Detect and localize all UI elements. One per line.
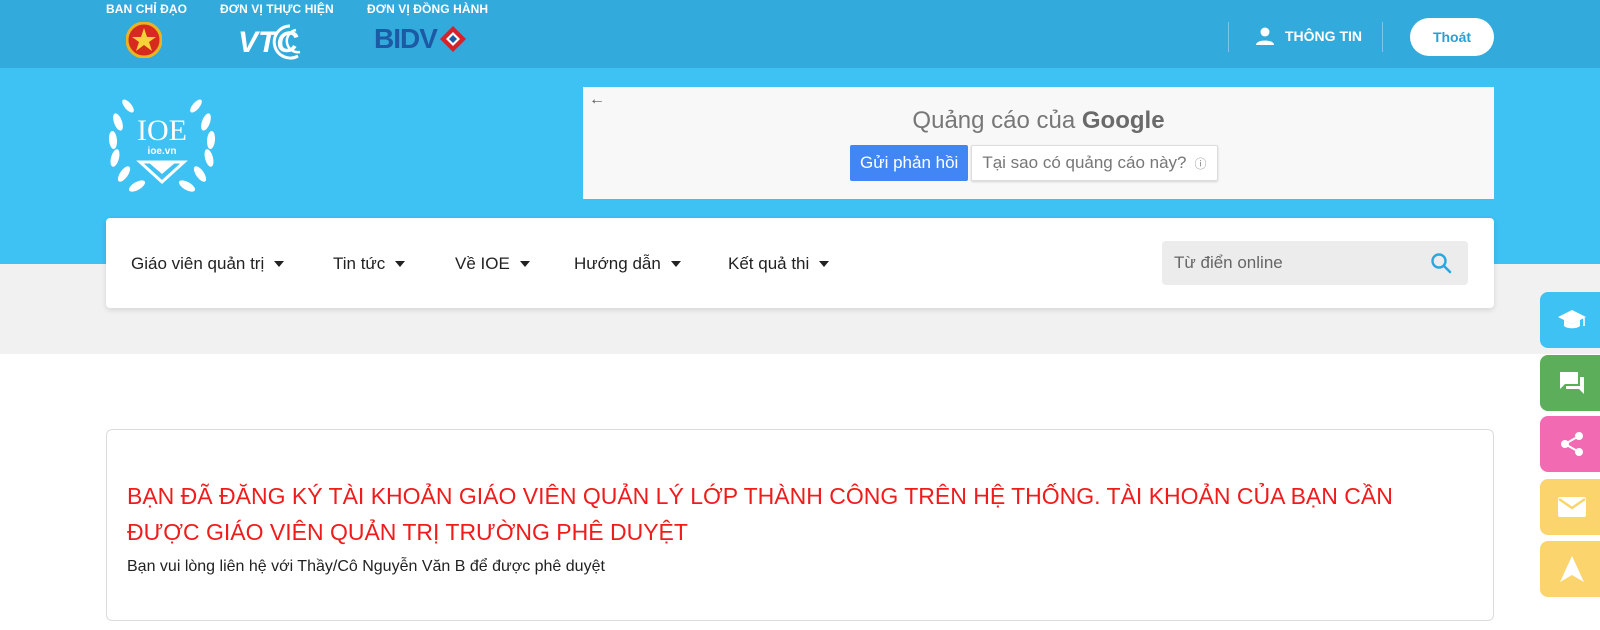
message-title: BẠN ĐÃ ĐĂNG KÝ TÀI KHOẢN GIÁO VIÊN QUẢN … [127,483,1393,545]
caret-down-icon [274,261,285,267]
sponsor-label: ĐƠN VỊ THỰC HIỆN [220,2,334,16]
caret-down-icon [395,261,406,267]
search-input[interactable] [1174,241,1414,285]
info-label: THÔNG TIN [1285,28,1362,44]
graduation-cap-icon [1558,310,1586,329]
svg-text:IOE: IOE [137,114,187,147]
float-button-courses[interactable] [1540,292,1600,348]
float-button-scroll-top[interactable] [1540,541,1600,597]
share-icon [1561,432,1583,456]
caret-down-icon [670,261,681,267]
nav-item-label: Giáo viên quản trị [131,254,265,273]
nav-item-results[interactable]: Kết quả thi [728,254,830,274]
sponsor-implementer: ĐƠN VỊ THỰC HIỆN [220,2,334,16]
nav-item-admin-teacher[interactable]: Giáo viên quản trị [131,254,285,274]
ad-why-label: Tại sao có quảng cáo này? [982,153,1187,172]
message-card: BẠN ĐÃ ĐĂNG KÝ TÀI KHOẢN GIÁO VIÊN QUẢN … [106,429,1494,621]
nav-item-label: Kết quả thi [728,254,810,273]
sponsor-label: ĐƠN VỊ ĐỒNG HÀNH [367,2,489,16]
main-nav: Giáo viên quản trị Tin tức Về IOE Hướng … [106,218,1494,308]
ad-title-brand: Google [1081,107,1165,134]
nav-item-guide[interactable]: Hướng dẫn [574,254,681,274]
logout-button[interactable]: Thoát [1410,18,1494,56]
nav-item-label: Về IOE [455,254,510,273]
caret-down-icon [819,261,830,267]
navigate-up-icon [1560,556,1584,582]
ad-feedback-button[interactable]: Gửi phản hồi [850,145,969,181]
float-button-share[interactable] [1540,416,1600,472]
bidv-mark-icon [439,26,466,52]
google-ad-panel: ← Quảng cáo của Google Gửi phản hồi Tại … [583,87,1494,199]
ad-why-button[interactable]: Tại sao có quảng cáo này? ⓘ [971,145,1218,181]
chat-icon [1560,372,1584,394]
vtc-logo: VTC [238,24,301,60]
float-button-mail[interactable] [1540,479,1600,535]
user-icon [1256,27,1274,45]
nav-item-label: Hướng dẫn [574,254,661,273]
search-icon[interactable] [1430,252,1452,274]
bidv-text: BIDV [374,23,438,54]
dictionary-search [1162,241,1468,285]
message-body: Bạn vui lòng liên hệ với Thầy/Cô Nguyễn … [127,558,605,575]
vietnam-emblem-logo [126,22,162,58]
svg-text:VTC: VTC [238,26,299,59]
ioe-logo[interactable]: IOE ioe.vn [104,92,220,196]
nav-item-news[interactable]: Tin tức [333,254,406,274]
svg-text:ioe.vn: ioe.vn [148,146,177,157]
nav-item-about[interactable]: Về IOE [455,254,530,274]
info-link[interactable]: THÔNG TIN [1255,26,1362,46]
sponsor-partner: ĐƠN VỊ ĐỒNG HÀNH [367,2,488,16]
top-bar: BAN CHỈ ĐẠO ĐƠN VỊ THỰC HIỆN VTC ĐƠN VỊ … [0,0,1600,68]
divider [1382,22,1383,52]
ad-title: Quảng cáo của Google [583,107,1494,135]
divider [1228,22,1229,52]
ad-buttons: Gửi phản hồi Tại sao có quảng cáo này? ⓘ [850,145,1218,181]
caret-down-icon [519,261,530,267]
nav-item-label: Tin tức [333,254,386,273]
sponsor-label: BAN CHỈ ĐẠO [106,2,188,16]
info-icon: ⓘ [1194,156,1207,171]
ad-title-prefix: Quảng cáo của [912,107,1076,134]
mail-icon [1558,497,1586,517]
bidv-logo: BIDV [374,22,467,56]
sponsor-steering: BAN CHỈ ĐẠO [106,2,187,16]
float-button-chat[interactable] [1540,355,1600,411]
